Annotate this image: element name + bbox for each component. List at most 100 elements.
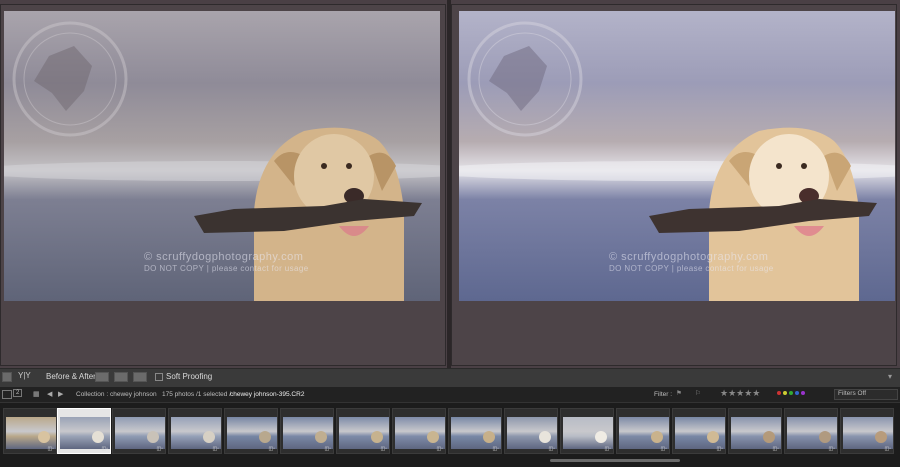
thumbnail-image (619, 417, 669, 449)
filmstrip-thumbnail[interactable]: ◫▫ (168, 408, 222, 454)
thumbnail-subject (315, 431, 327, 443)
filmstrip-thumbnail[interactable]: ◫▫ (840, 408, 894, 454)
filmstrip-thumbnail[interactable]: ◫▫ (448, 408, 502, 454)
thumbnail-subject (595, 431, 607, 443)
metadata-badge-icon: ◫▫ (548, 446, 556, 452)
filmstrip-thumbnail[interactable]: ◫▫ (57, 408, 111, 454)
metadata-badge-icon: ◫▫ (101, 446, 109, 452)
grid-icon[interactable]: ▦ (33, 390, 40, 398)
thumbnail-image (171, 417, 221, 449)
filmstrip-thumbnail[interactable]: ◫▫ (784, 408, 838, 454)
thumbnail-subject (651, 431, 663, 443)
filmstrip-thumbnail[interactable]: ◫▫ (3, 408, 57, 454)
thumbnail-image (227, 417, 277, 449)
filmstrip-thumbnail[interactable]: ◫▫ (616, 408, 670, 454)
thumbnail-subject (147, 431, 159, 443)
screen-1-icon[interactable] (2, 390, 12, 399)
metadata-badge-icon: ◫▫ (212, 446, 220, 452)
thumbnail-image (563, 417, 613, 449)
filmstrip-thumbnail[interactable]: ◫▫ (112, 408, 166, 454)
checkbox-icon (155, 372, 163, 381)
thumbnail-image (395, 417, 445, 449)
thumbnail-image (507, 417, 557, 449)
filters-dropdown[interactable]: Filters Off (834, 389, 898, 400)
filmstrip-thumbnail[interactable]: ◫▫ (280, 408, 334, 454)
back-arrow-icon[interactable]: ◀ (47, 390, 52, 398)
page-number[interactable]: 2 (13, 389, 23, 397)
copy-after-button[interactable] (114, 372, 128, 382)
copy-before-button[interactable] (95, 372, 109, 382)
before-after-label: Before & After : (46, 372, 101, 381)
view-mode-button[interactable]: Y|Y (18, 371, 31, 380)
swap-button[interactable] (133, 372, 147, 382)
filmstrip: ◫▫ ◫▫ ◫▫ ◫▫ ◫▫ ◫▫ ◫▫ ◫▫ ◫▫ ◫▫ ◫▫ ◫▫ ◫▫ ◫▫ ◫▫ ◫▫ (0, 402, 900, 467)
after-photo: © scruffydogphotography.com DO NOT COPY … (459, 11, 895, 301)
soft-proofing-toggle[interactable]: Soft Proofing (155, 372, 212, 381)
flag-outline-icon[interactable]: ⚐ (695, 389, 701, 397)
thumbnail-subject (371, 431, 383, 443)
before-pane[interactable]: © scruffydogphotography.com DO NOT COPY … (0, 4, 446, 366)
before-photo: © scruffydogphotography.com DO NOT COPY … (4, 11, 440, 301)
metadata-badge-icon: ◫▫ (324, 446, 332, 452)
color-label-filter[interactable] (776, 390, 806, 397)
metadata-badge-icon: ◫▫ (492, 446, 500, 452)
filmstrip-thumbnail[interactable]: ◫▫ (728, 408, 782, 454)
selected-filename[interactable]: chewey johnson-395.CR2 (230, 391, 304, 398)
thumbnail-image (843, 417, 893, 449)
red-label-icon[interactable] (777, 391, 781, 396)
thumbnail-image (675, 417, 725, 449)
collection-label[interactable]: Collection : chewey johnson (76, 391, 157, 398)
thumbnail-subject (92, 431, 104, 443)
filmstrip-thumbnail[interactable]: ◫▫ (336, 408, 390, 454)
loupe-view-button[interactable] (2, 372, 12, 382)
metadata-badge-icon: ◫▫ (156, 446, 164, 452)
filmstrip-thumbnail[interactable]: ◫▫ (672, 408, 726, 454)
thumbnail-image (283, 417, 333, 449)
after-pane[interactable]: © scruffydogphotography.com DO NOT COPY … (451, 4, 897, 366)
forward-arrow-icon[interactable]: ▶ (58, 390, 63, 398)
metadata-badge-icon: ◫▫ (604, 446, 612, 452)
watermark-text: © scruffydogphotography.com DO NOT COPY … (609, 251, 774, 273)
blue-label-icon[interactable] (795, 391, 799, 396)
filmstrip-thumbnail[interactable]: ◫▫ (504, 408, 558, 454)
flag-icon[interactable]: ⚑ (676, 389, 682, 397)
watermark-text: © scruffydogphotography.com DO NOT COPY … (144, 251, 309, 273)
thumbnail-subject (763, 431, 775, 443)
filmstrip-thumbnail[interactable]: ◫▫ (224, 408, 278, 454)
soft-proofing-label: Soft Proofing (166, 372, 213, 381)
thumbnail-image (6, 417, 56, 449)
thumbnail-subject (707, 431, 719, 443)
filmstrip-thumbnail[interactable]: ◫▫ (392, 408, 446, 454)
thumbnail-subject (875, 431, 887, 443)
thumbnail-subject (483, 431, 495, 443)
thumbnail-subject (38, 431, 50, 443)
metadata-badge-icon: ◫▫ (772, 446, 780, 452)
purple-label-icon[interactable] (801, 391, 805, 396)
thumbnail-subject (819, 431, 831, 443)
thumbnail-image (451, 417, 501, 449)
green-label-icon[interactable] (789, 391, 793, 396)
thumbnail-image (787, 417, 837, 449)
metadata-badge-icon: ◫▫ (268, 446, 276, 452)
metadata-badge-icon: ◫▫ (436, 446, 444, 452)
compare-view: © scruffydogphotography.com DO NOT COPY … (0, 0, 900, 368)
toolbar: Y|Y Before & After : Soft Proofing ▾ (0, 368, 900, 387)
filters-off-label: Filters Off (838, 390, 867, 397)
thumbnail-subject (539, 431, 551, 443)
filmstrip-thumbnail[interactable]: ◫▫ (560, 408, 614, 454)
metadata-badge-icon: ◫▫ (828, 446, 836, 452)
thumbnail-image (115, 417, 165, 449)
metadata-badge-icon: ◫▫ (716, 446, 724, 452)
filter-label: Filter : (654, 391, 673, 398)
thumbnail-subject (259, 431, 271, 443)
filmstrip-header: 2 ▦ ◀ ▶ Collection : chewey johnson 175 … (0, 387, 900, 402)
rating-filter[interactable]: ★★★★★ (720, 388, 760, 399)
metadata-badge-icon: ◫▫ (47, 446, 55, 452)
metadata-badge-icon: ◫▫ (884, 446, 892, 452)
metadata-badge-icon: ◫▫ (380, 446, 388, 452)
chevron-down-icon[interactable]: ▾ (888, 372, 892, 381)
filmstrip-scrollbar[interactable] (550, 459, 680, 462)
thumbnail-image (60, 417, 110, 449)
thumbnail-subject (203, 431, 215, 443)
yellow-label-icon[interactable] (783, 391, 787, 396)
